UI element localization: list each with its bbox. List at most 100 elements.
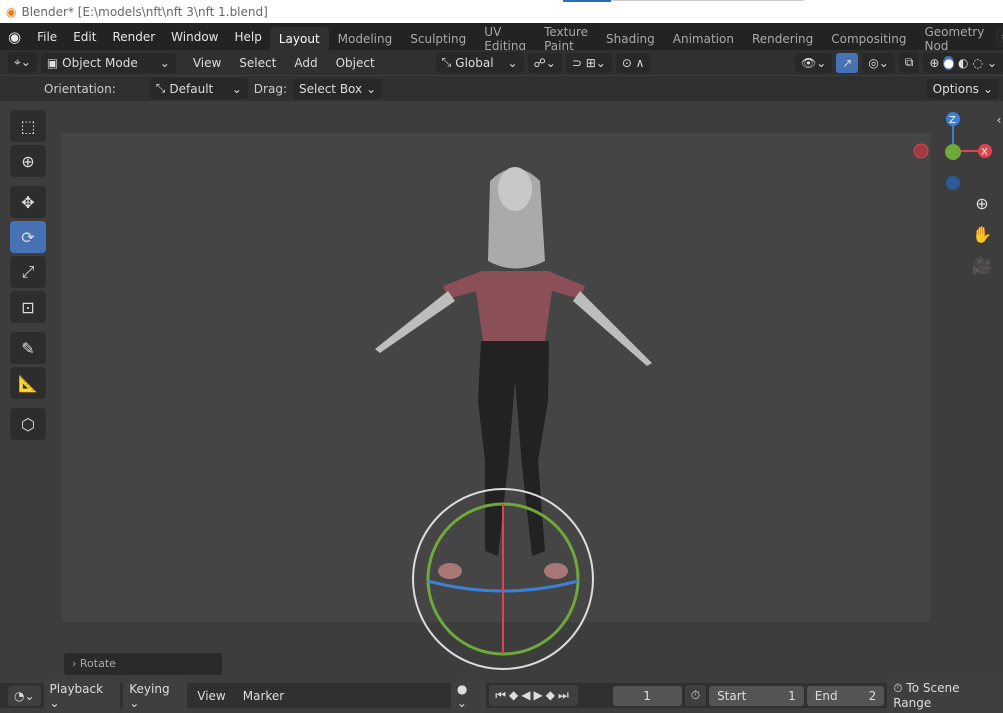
proportional-edit-icon[interactable]: ⊙ ∧ <box>615 52 651 73</box>
start-value: 1 <box>788 688 796 703</box>
menu-view[interactable]: View <box>186 53 228 73</box>
operator-name: Rotate <box>79 657 116 670</box>
next-keyframe-icon[interactable]: ◆ <box>546 688 558 702</box>
tool-settings-bar: Orientation: ⤡ Default ⌄ Drag: Select Box ⌄… <box>0 76 1003 101</box>
menu-window[interactable]: Window <box>163 30 226 44</box>
blender-logo-icon: ◉ <box>6 4 17 19</box>
transform-orientation-dropdown[interactable]: ⤡ Global ⌄ <box>435 52 524 73</box>
preview-range-icon[interactable]: ⏱ <box>684 685 707 706</box>
keying-label: Keying <box>129 681 170 696</box>
gizmo-toggle-icon[interactable]: ↗ <box>836 52 859 73</box>
titlebar-accent <box>563 0 611 2</box>
prev-keyframe-icon[interactable]: ◆ <box>509 688 521 702</box>
timeline-editor-type-icon[interactable]: ◔⌄ <box>8 685 41 706</box>
tab-modeling[interactable]: Modeling <box>329 27 402 51</box>
orientation-dropdown[interactable]: ⤡ Default ⌄ <box>149 78 248 99</box>
gizmo-z-label[interactable]: Z <box>949 115 956 126</box>
blender-menu-icon[interactable]: ◉ <box>0 28 29 46</box>
drag-dropdown[interactable]: Select Box ⌄ <box>292 78 383 99</box>
window-title: Blender* [E:\models\nft\nft 3\nft 1.blen… <box>21 4 268 19</box>
jump-start-icon[interactable]: ⏮ <box>495 688 509 702</box>
orientation-icon: ⤡ <box>441 55 452 69</box>
menu-help[interactable]: Help <box>227 30 270 44</box>
tab-compositing[interactable]: Compositing <box>822 27 915 51</box>
menu-render[interactable]: Render <box>104 30 163 44</box>
gizmo-neg-x-icon <box>913 143 929 159</box>
add-cube-tool-icon[interactable]: ⬡ <box>10 408 46 440</box>
editor-type-icon[interactable]: ⌖⌄ <box>8 52 37 73</box>
menu-object[interactable]: Object <box>329 53 382 73</box>
visibility-icon[interactable]: 👁⌄ <box>794 52 833 73</box>
current-frame-field[interactable]: 1 <box>612 685 682 706</box>
annotate-tool-icon[interactable]: ✎ <box>10 332 46 364</box>
wireframe-shading-icon[interactable]: ⊕ <box>929 56 939 70</box>
tab-rendering[interactable]: Rendering <box>743 27 822 51</box>
playback-label: Playback <box>49 681 104 696</box>
scene-render: Z X <box>375 112 992 670</box>
gizmo-neg-z-icon <box>946 176 960 190</box>
orientation-gizmo-icon: ⤡ <box>155 81 166 95</box>
jump-end-icon[interactable]: ⏭ <box>558 688 572 702</box>
sidebar-toggle-icon[interactable]: ‹ <box>994 113 1003 137</box>
scene-range-label: To Scene Range <box>893 681 960 710</box>
material-shading-icon[interactable]: ◐ <box>958 56 968 70</box>
start-label: Start <box>717 688 747 703</box>
3d-viewport[interactable]: Z X ⊕ ✋ 🎥 ‹ <box>0 101 1003 679</box>
mode-label: Object Mode <box>62 55 138 70</box>
pan-hand-icon[interactable]: ✋ <box>970 225 994 249</box>
timeline-view-menu[interactable]: View <box>190 686 232 706</box>
tab-animation[interactable]: Animation <box>664 27 743 51</box>
tab-sculpting[interactable]: Sculpting <box>401 27 475 51</box>
orientation-value: Default <box>169 81 214 96</box>
menu-add[interactable]: Add <box>287 53 324 73</box>
solid-shading-icon[interactable]: ● <box>943 55 954 70</box>
playback-menu[interactable]: Playback ⌄ <box>43 678 121 713</box>
gizmo-y-icon <box>945 144 961 160</box>
titlebar-line <box>611 0 804 1</box>
mode-dropdown[interactable]: ▣ Object Mode ⌄ <box>40 52 176 73</box>
tab-shading[interactable]: Shading <box>597 27 664 51</box>
menu-select[interactable]: Select <box>232 53 283 73</box>
camera-view-icon[interactable]: 🎥 <box>970 256 994 280</box>
play-icon[interactable]: ▶ <box>533 688 545 702</box>
overlay-icon[interactable]: ◎⌄ <box>862 52 895 73</box>
select-box-tool-icon[interactable]: ⬚ <box>10 110 46 142</box>
auto-keying-icon[interactable]: ● ⌄ <box>450 678 487 713</box>
keying-menu[interactable]: Keying ⌄ <box>123 678 188 713</box>
move-tool-icon[interactable]: ✥ <box>10 186 46 218</box>
transform-tool-icon[interactable]: ⊡ <box>10 291 46 323</box>
transform-label: Global <box>455 55 494 70</box>
timeline-header: ◔⌄ Playback ⌄ Keying ⌄ View Marker ● ⌄ ⏮… <box>0 678 1003 713</box>
viewport-header: ⌖⌄ ▣ Object Mode ⌄ View Select Add Object … <box>0 50 1003 75</box>
gizmo-x-label[interactable]: X <box>981 147 988 158</box>
rendered-shading-icon[interactable]: ◌ <box>972 56 982 70</box>
character-model <box>375 167 652 579</box>
rotate-tool-icon[interactable]: ⟳ <box>10 221 46 253</box>
stopwatch-icon: ⏱ <box>893 681 903 695</box>
object-mode-icon: ▣ <box>46 55 59 70</box>
menu-file[interactable]: File <box>29 30 65 44</box>
cursor-tool-icon[interactable]: ⊕ <box>10 145 46 177</box>
zoom-icon[interactable]: ⊕ <box>970 194 994 218</box>
start-frame-field[interactable]: Start 1 <box>709 685 804 706</box>
tab-layout[interactable]: Layout <box>269 26 329 51</box>
end-frame-field[interactable]: End 2 <box>806 685 885 706</box>
xray-icon[interactable]: ⧉ <box>898 52 920 73</box>
measure-tool-icon[interactable]: 📐 <box>10 367 46 399</box>
tool-shelf: ⬚ ⊕ ✥ ⟳ ⤢ ⊡ ✎ 📐 ⬡ <box>10 110 48 443</box>
pivot-point-icon[interactable]: ☍⌄ <box>527 52 562 73</box>
options-label: Options <box>932 81 979 96</box>
snap-icon[interactable]: ⊃ ⊞⌄ <box>565 52 612 73</box>
end-value: 2 <box>868 688 877 703</box>
shading-modes[interactable]: ⊕ ● ◐ ◌ ⌄ <box>923 52 1003 73</box>
drag-value: Select Box <box>298 81 363 96</box>
playback-controls[interactable]: ⏮◆◀▶◆⏭ <box>489 685 578 706</box>
scene-selector-icon[interactable]: ⚙⌄ <box>995 26 1003 47</box>
options-dropdown[interactable]: Options ⌄ <box>926 78 999 99</box>
play-reverse-icon[interactable]: ◀ <box>521 688 533 702</box>
scale-tool-icon[interactable]: ⤢ <box>10 256 46 288</box>
timeline-marker-menu[interactable]: Marker <box>236 686 291 706</box>
menu-edit[interactable]: Edit <box>65 30 104 44</box>
last-operator-panel[interactable]: › Rotate <box>64 653 222 675</box>
end-label: End <box>814 688 838 703</box>
